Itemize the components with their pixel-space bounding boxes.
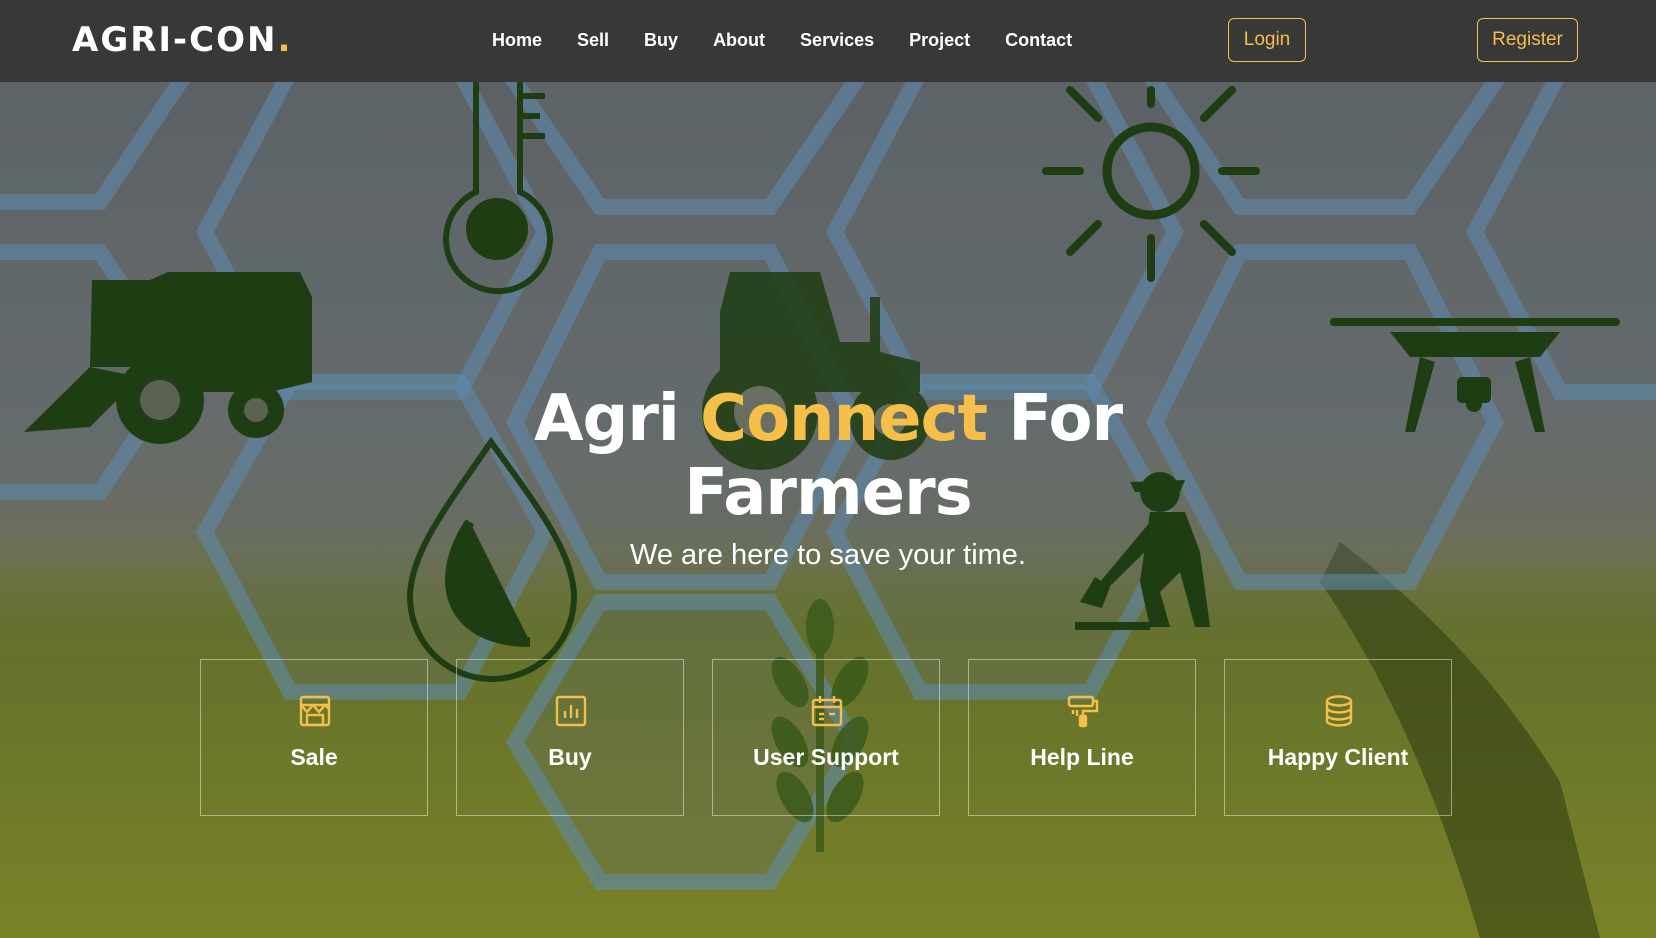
feature-buy[interactable]: Buy <box>456 659 684 816</box>
brand-name: AGRI-CON <box>72 20 278 60</box>
bar-chart-icon <box>555 695 587 727</box>
hero-title-accent: Connect <box>700 382 988 456</box>
navbar: AGRI-CON. Home Sell Buy About Services P… <box>0 0 1656 82</box>
hero-subtitle: We are here to save your time. <box>630 539 1026 571</box>
feature-happy-client[interactable]: Happy Client <box>1224 659 1452 816</box>
feature-user-support[interactable]: User Support <box>712 659 940 816</box>
calendar-icon <box>811 696 843 727</box>
paint-roller-icon <box>1067 695 1099 728</box>
brand-logo[interactable]: AGRI-CON. <box>72 20 292 60</box>
feature-label: Buy <box>548 744 592 770</box>
feature-label: Help Line <box>1030 744 1134 770</box>
feature-label: User Support <box>753 744 899 770</box>
database-icon <box>1325 695 1353 727</box>
feature-label: Happy Client <box>1267 744 1409 770</box>
hero-title-part1: Agri <box>533 382 701 456</box>
nav-link-buy[interactable]: Buy <box>644 28 678 52</box>
nav-link-sell[interactable]: Sell <box>577 28 609 52</box>
register-button[interactable]: Register <box>1477 18 1578 62</box>
hero-title: Agri Connect For Farmers <box>428 382 1228 530</box>
nav-link-home[interactable]: Home <box>492 28 542 52</box>
brand-dot: . <box>277 20 293 60</box>
login-button[interactable]: Login <box>1228 18 1306 62</box>
nav-link-contact[interactable]: Contact <box>1005 28 1072 52</box>
store-icon <box>299 695 331 727</box>
hero-section: Agri Connect For Farmers We are here to … <box>0 82 1656 938</box>
feature-help-line[interactable]: Help Line <box>968 659 1196 816</box>
feature-label: Sale <box>290 744 338 770</box>
nav-link-services[interactable]: Services <box>800 28 874 52</box>
nav-link-about[interactable]: About <box>713 28 765 52</box>
feature-sale[interactable]: Sale <box>200 659 428 816</box>
main-nav: Home Sell Buy About Services Project Con… <box>492 28 1107 52</box>
nav-link-project[interactable]: Project <box>909 28 970 52</box>
